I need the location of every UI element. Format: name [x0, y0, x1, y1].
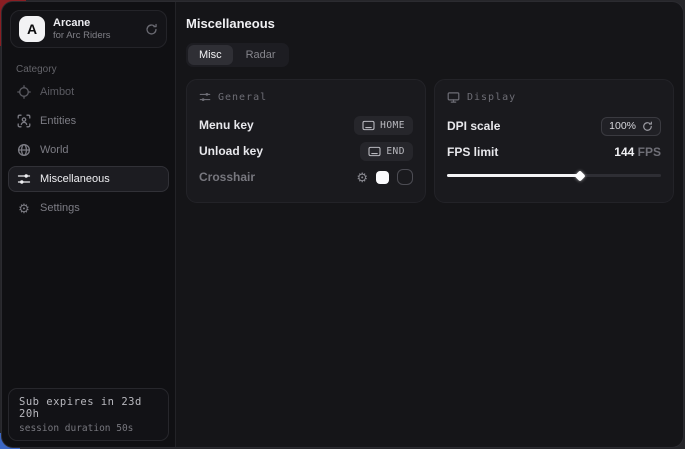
app-window: A Arcane for Arc Riders Category Aimbot: [1, 1, 684, 448]
fps-limit-row: FPS limit 144 FPS: [447, 140, 661, 164]
main-panel: Miscellaneous Misc Radar General Menu ke…: [176, 2, 684, 447]
avatar: A: [19, 16, 45, 42]
tab-misc[interactable]: Misc: [188, 45, 233, 65]
display-card-title: Display: [467, 92, 516, 103]
sidebar-item-label: Miscellaneous: [40, 173, 110, 185]
monitor-icon: [447, 91, 460, 104]
crosshair-icon: [17, 85, 31, 99]
fps-limit-unit: FPS: [634, 145, 661, 159]
sliders-icon: [199, 91, 211, 103]
sidebar-nav: Aimbot Entities World: [2, 79, 175, 221]
dpi-scale-value: 100%: [609, 120, 636, 132]
sidebar-item-world[interactable]: World: [8, 137, 169, 163]
menu-key-value: HOME: [380, 120, 405, 131]
sliders-icon: [17, 172, 31, 186]
fps-limit-label: FPS limit: [447, 145, 498, 159]
slider-fill: [447, 174, 580, 177]
fps-limit-slider[interactable]: [447, 169, 661, 181]
keyboard-icon: [362, 120, 375, 131]
general-card-title: General: [218, 92, 267, 103]
tab-radar[interactable]: Radar: [235, 45, 287, 65]
app-title: Arcane: [53, 17, 137, 30]
keyboard-icon: [368, 146, 381, 157]
dpi-scale-row: DPI scale 100%: [447, 114, 661, 138]
menu-key-bind-button[interactable]: HOME: [354, 116, 413, 135]
crosshair-settings-gear-icon[interactable]: ⚙: [356, 171, 368, 184]
session-duration-text: session duration 50s: [19, 423, 158, 434]
subscription-card: Sub expires in 23d 20h session duration …: [8, 388, 169, 441]
sidebar-item-label: Settings: [40, 202, 80, 214]
unload-key-value: END: [386, 146, 405, 157]
gear-icon: ⚙: [17, 202, 31, 215]
dpi-scale-label: DPI scale: [447, 119, 500, 133]
sidebar-item-aimbot[interactable]: Aimbot: [8, 79, 169, 105]
sub-expires-text: Sub expires in 23d 20h: [19, 396, 158, 420]
sidebar-item-entities[interactable]: Entities: [8, 108, 169, 134]
unload-key-bind-button[interactable]: END: [360, 142, 413, 161]
general-card-header: General: [199, 91, 413, 103]
category-label: Category: [16, 64, 175, 75]
general-card: General Menu key HOME Unload key: [186, 79, 426, 203]
crosshair-toggle-checkbox[interactable]: [397, 169, 413, 185]
cards-row: General Menu key HOME Unload key: [186, 79, 674, 203]
unload-key-label: Unload key: [199, 144, 263, 158]
fps-limit-value-wrap: 144 FPS: [614, 145, 661, 159]
sidebar-item-label: Aimbot: [40, 86, 74, 98]
app-subtitle: for Arc Riders: [53, 30, 137, 41]
menu-key-row: Menu key HOME: [199, 113, 413, 137]
refresh-icon[interactable]: [642, 121, 653, 132]
app-title-wrap: Arcane for Arc Riders: [53, 17, 137, 42]
app-header-card: A Arcane for Arc Riders: [10, 10, 167, 48]
sidebar-item-label: Entities: [40, 115, 76, 127]
scan-person-icon: [17, 114, 31, 128]
unload-key-row: Unload key END: [199, 139, 413, 163]
dpi-scale-control[interactable]: 100%: [601, 117, 661, 136]
fps-limit-value: 144: [614, 145, 634, 159]
display-card: Display DPI scale 100% FPS limit: [434, 79, 674, 203]
crosshair-label: Crosshair: [199, 170, 255, 184]
page-title: Miscellaneous: [186, 16, 674, 31]
display-card-header: Display: [447, 91, 661, 104]
slider-thumb[interactable]: [574, 170, 585, 181]
crosshair-row: Crosshair ⚙: [199, 165, 413, 189]
crosshair-color-swatch[interactable]: [376, 171, 389, 184]
globe-icon: [17, 143, 31, 157]
sidebar: A Arcane for Arc Riders Category Aimbot: [2, 2, 176, 447]
sidebar-item-settings[interactable]: ⚙ Settings: [8, 195, 169, 221]
sync-icon[interactable]: [145, 23, 158, 36]
sidebar-item-label: World: [40, 144, 69, 156]
tab-bar: Misc Radar: [186, 43, 289, 67]
menu-key-label: Menu key: [199, 118, 254, 132]
sidebar-item-miscellaneous[interactable]: Miscellaneous: [8, 166, 169, 192]
crosshair-controls: ⚙: [356, 169, 413, 185]
